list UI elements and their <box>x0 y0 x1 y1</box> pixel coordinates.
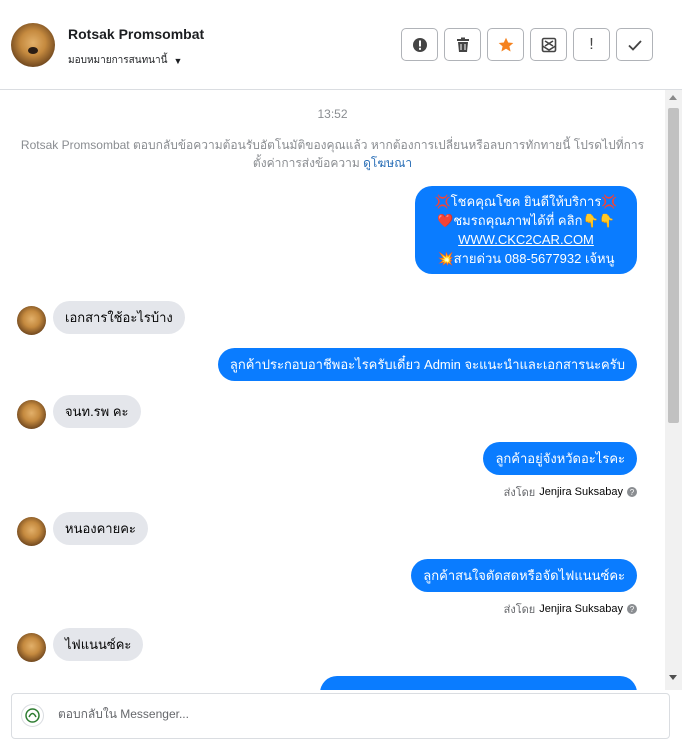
sent-by-label: ส่งโดย Jenjira Suksabay ? <box>504 600 637 618</box>
assign-label: มอบหมายการสนทนานี้ <box>68 55 168 66</box>
reply-composer <box>11 693 670 739</box>
conversation-toolbar: ! <box>401 28 653 61</box>
contact-name[interactable]: Rotsak Promsombat <box>68 26 204 42</box>
welcome-line: ❤️ชมรถคุณภาพได้ที่ คลิก👇👇 <box>437 213 615 228</box>
sent-by-name: Jenjira Suksabay <box>539 603 623 615</box>
incoming-message: ไฟแนนซ์คะ <box>53 628 144 661</box>
contact-avatar-small <box>17 517 46 546</box>
page-avatar-icon <box>21 704 44 727</box>
mark-button[interactable]: ! <box>573 28 610 61</box>
message-thread: 13:52 Rotsak Promsombat ตอบกลับข้อความต้… <box>0 90 665 690</box>
incoming-message: หนองคายคะ <box>53 512 148 545</box>
mail-move-icon <box>541 37 556 52</box>
auto-reply-notice: Rotsak Promsombat ตอบกลับข้อความต้อนรับอ… <box>20 136 645 172</box>
outgoing-message: ลูกค้าประกอบอาชีพอะไรครับเดี๋ยว Admin จะ… <box>217 348 637 381</box>
sent-by-prefix: ส่งโดย <box>503 604 536 616</box>
reply-input[interactable] <box>56 706 650 722</box>
message-timestamp: 13:52 <box>317 107 348 121</box>
sent-by-name: Jenjira Suksabay <box>539 486 623 498</box>
help-icon[interactable]: ? <box>627 604 637 614</box>
contact-avatar-small <box>17 633 46 662</box>
sent-by-prefix: ส่งโดย <box>503 487 536 499</box>
assign-conversation-dropdown[interactable]: มอบหมายการสนทนานี้ ▼ <box>68 53 182 68</box>
star-button[interactable] <box>487 28 524 61</box>
welcome-line: 💢โชคคุณโชค ยินดีให้บริการ💢 <box>434 194 618 209</box>
outgoing-message-partial <box>320 676 637 690</box>
help-icon[interactable]: ? <box>627 487 637 497</box>
scroll-up-icon[interactable] <box>669 95 677 100</box>
star-icon <box>498 37 513 51</box>
chevron-down-icon: ▼ <box>173 55 183 66</box>
sent-by-label: ส่งโดย Jenjira Suksabay ? <box>504 483 637 501</box>
scroll-down-icon[interactable] <box>669 675 677 680</box>
contact-avatar-small <box>17 400 46 429</box>
move-to-done-button[interactable] <box>530 28 567 61</box>
incoming-message: เอกสารใช้อะไรบ้าง <box>53 301 185 334</box>
spam-icon <box>412 37 427 52</box>
welcome-message: 💢โชคคุณโชค ยินดีให้บริการ💢 ❤️ชมรถคุณภาพไ… <box>415 186 637 274</box>
contact-avatar-small <box>17 306 46 335</box>
delete-button[interactable] <box>444 28 481 61</box>
contact-avatar[interactable] <box>11 23 55 67</box>
mark-done-button[interactable] <box>616 28 653 61</box>
outgoing-message: ลูกค้าสนใจตัดสดหรือจัดไฟแนนซ์คะ <box>411 559 637 592</box>
thread-scrollbar[interactable] <box>665 90 682 690</box>
check-icon <box>627 39 642 51</box>
website-link[interactable]: WWW.CKC2CAR.COM <box>425 230 627 249</box>
incoming-message: จนท.รพ คะ <box>53 395 141 428</box>
view-ad-link[interactable]: ดูโฆษณา <box>363 156 412 170</box>
notice-text: Rotsak Promsombat ตอบกลับข้อความต้อนรับอ… <box>20 138 645 170</box>
welcome-line: 💥สายด่วน 088-5677932 เจ้หนู <box>437 251 615 266</box>
scroll-thumb[interactable] <box>668 108 679 423</box>
outgoing-message: ลูกค้าอยู่จังหวัดอะไรคะ <box>483 442 637 475</box>
conversation-header: Rotsak Promsombat มอบหมายการสนทนานี้ ▼ ! <box>0 0 682 90</box>
trash-icon <box>456 37 469 52</box>
spam-button[interactable] <box>401 28 438 61</box>
